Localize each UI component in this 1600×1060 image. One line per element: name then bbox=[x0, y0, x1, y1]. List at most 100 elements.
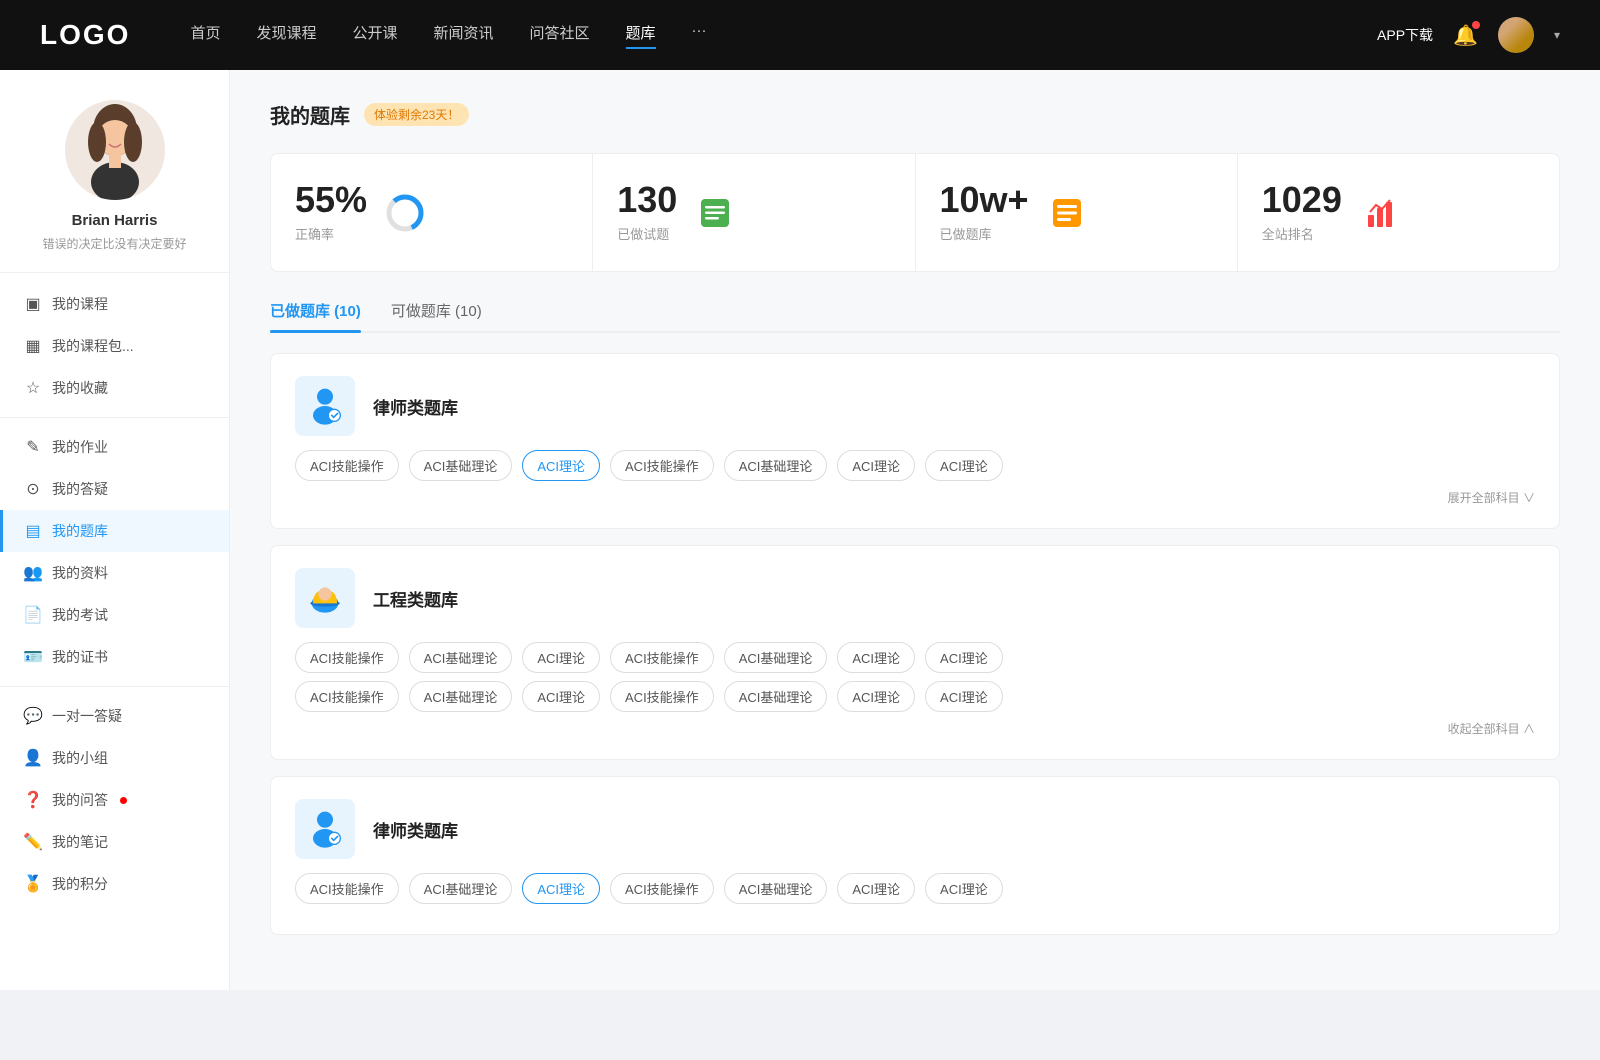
nav-item-qa[interactable]: 问答社区 bbox=[530, 22, 590, 49]
sidebar-item-points[interactable]: 🏅 我的积分 bbox=[0, 863, 229, 905]
collapse-link-2[interactable]: 收起全部科目 ∧ bbox=[295, 720, 1535, 737]
nav-item-qbank[interactable]: 题库 bbox=[626, 22, 656, 49]
profile-name: Brian Harris bbox=[72, 212, 158, 229]
sidebar-item-exam[interactable]: 📄 我的考试 bbox=[0, 594, 229, 636]
stat-done-banks-value: 10w+ bbox=[940, 182, 1029, 218]
group-icon: 👤 bbox=[24, 749, 42, 767]
sidebar-item-qa[interactable]: ⊙ 我的答疑 bbox=[0, 468, 229, 510]
bell-dot bbox=[1472, 21, 1480, 29]
stat-correct-rate-label: 正确率 bbox=[295, 224, 367, 243]
navbar-right: APP下载 🔔 ▾ bbox=[1377, 17, 1560, 53]
sidebar-item-certificate[interactable]: 🪪 我的证书 bbox=[0, 636, 229, 678]
nav-item-home[interactable]: 首页 bbox=[190, 22, 220, 49]
question-icon: ⊙ bbox=[24, 480, 42, 498]
tag-3-1[interactable]: ACI基础理论 bbox=[409, 873, 513, 904]
chat-icon: 💬 bbox=[24, 707, 42, 725]
grid-icon: ▤ bbox=[24, 522, 42, 540]
category-header-1: 律师类题库 bbox=[295, 376, 1535, 436]
tag-3-3[interactable]: ACI技能操作 bbox=[610, 873, 714, 904]
page-title: 我的题库 bbox=[270, 100, 350, 129]
tag-2-4[interactable]: ACI基础理论 bbox=[724, 642, 828, 673]
stat-done-questions-label: 已做试题 bbox=[617, 224, 677, 243]
category-card-lawyer-2: 律师类题库 ACI技能操作 ACI基础理论 ACI理论 ACI技能操作 ACI基… bbox=[270, 776, 1560, 935]
tab-done[interactable]: 已做题库 (10) bbox=[270, 300, 361, 331]
tab-todo[interactable]: 可做题库 (10) bbox=[391, 300, 482, 331]
logo[interactable]: LOGO bbox=[40, 19, 130, 51]
nav-item-more[interactable]: ··· bbox=[692, 22, 707, 49]
navbar: LOGO 首页 发现课程 公开课 新闻资讯 问答社区 题库 ··· APP下载 … bbox=[0, 0, 1600, 70]
tag-2-6[interactable]: ACI理论 bbox=[925, 642, 1003, 673]
category-icon-lawyer-1 bbox=[295, 376, 355, 436]
stat-done-questions-text: 130 已做试题 bbox=[617, 182, 677, 243]
sidebar-item-course[interactable]: ▣ 我的课程 bbox=[0, 283, 229, 325]
app-download-button[interactable]: APP下载 bbox=[1377, 25, 1433, 45]
tag-1-2[interactable]: ACI理论 bbox=[522, 450, 600, 481]
tag-1-5[interactable]: ACI理论 bbox=[837, 450, 915, 481]
stat-ranking-label: 全站排名 bbox=[1262, 224, 1342, 243]
tag-3-4[interactable]: ACI基础理论 bbox=[724, 873, 828, 904]
profile-bio: 错误的决定比没有决定要好 bbox=[42, 235, 186, 252]
tag-3-2[interactable]: ACI理论 bbox=[522, 873, 600, 904]
tag-2b-1[interactable]: ACI基础理论 bbox=[409, 681, 513, 712]
tag-2-5[interactable]: ACI理论 bbox=[837, 642, 915, 673]
tag-3-0[interactable]: ACI技能操作 bbox=[295, 873, 399, 904]
pencil-icon: ✏️ bbox=[24, 833, 42, 851]
sidebar-item-collection[interactable]: ☆ 我的收藏 bbox=[0, 367, 229, 409]
tag-2-2[interactable]: ACI理论 bbox=[522, 642, 600, 673]
main-content: 我的题库 体验剩余23天！ 55% 正确率 bbox=[230, 70, 1600, 990]
category-header-3: 律师类题库 bbox=[295, 799, 1535, 859]
nav-item-news[interactable]: 新闻资讯 bbox=[434, 22, 494, 49]
star-icon: ☆ bbox=[24, 379, 42, 397]
expand-link-1[interactable]: 展开全部科目 ∨ bbox=[295, 489, 1535, 506]
tags-row-2: ACI技能操作 ACI基础理论 ACI理论 ACI技能操作 ACI基础理论 AC… bbox=[295, 642, 1535, 673]
sidebar-item-one-on-one[interactable]: 💬 一对一答疑 bbox=[0, 695, 229, 737]
tag-2b-3[interactable]: ACI技能操作 bbox=[610, 681, 714, 712]
sidebar-item-qbank[interactable]: ▤ 我的题库 bbox=[0, 510, 229, 552]
category-card-engineer: 工程类题库 ACI技能操作 ACI基础理论 ACI理论 ACI技能操作 ACI基… bbox=[270, 545, 1560, 760]
nav-item-open[interactable]: 公开课 bbox=[352, 22, 397, 49]
tag-2b-6[interactable]: ACI理论 bbox=[925, 681, 1003, 712]
medal-icon: 🏅 bbox=[24, 875, 42, 893]
tag-2-1[interactable]: ACI基础理论 bbox=[409, 642, 513, 673]
trial-badge: 体验剩余23天！ bbox=[364, 103, 469, 126]
category-icon-engineer bbox=[295, 568, 355, 628]
tag-2b-4[interactable]: ACI基础理论 bbox=[724, 681, 828, 712]
stat-done-banks: 10w+ 已做题库 bbox=[916, 154, 1238, 271]
notification-bell[interactable]: 🔔 bbox=[1453, 23, 1478, 48]
tag-1-4[interactable]: ACI基础理论 bbox=[724, 450, 828, 481]
done-banks-icon bbox=[1045, 191, 1089, 235]
tags-row-1: ACI技能操作 ACI基础理论 ACI理论 ACI技能操作 ACI基础理论 AC… bbox=[295, 450, 1535, 481]
tag-1-6[interactable]: ACI理论 bbox=[925, 450, 1003, 481]
sidebar-item-profile-data-label: 我的资料 bbox=[52, 563, 108, 583]
sidebar-item-exam-label: 我的考试 bbox=[52, 605, 108, 625]
sidebar-item-group[interactable]: 👤 我的小组 bbox=[0, 737, 229, 779]
sidebar-item-course-pack[interactable]: ▦ 我的课程包... bbox=[0, 325, 229, 367]
tag-1-0[interactable]: ACI技能操作 bbox=[295, 450, 399, 481]
category-header-2: 工程类题库 bbox=[295, 568, 1535, 628]
tag-2b-5[interactable]: ACI理论 bbox=[837, 681, 915, 712]
tag-2-3[interactable]: ACI技能操作 bbox=[610, 642, 714, 673]
sidebar-item-notes[interactable]: ✏️ 我的笔记 bbox=[0, 821, 229, 863]
category-title-3: 律师类题库 bbox=[373, 817, 458, 842]
tag-1-3[interactable]: ACI技能操作 bbox=[610, 450, 714, 481]
tag-2-0[interactable]: ACI技能操作 bbox=[295, 642, 399, 673]
tag-3-6[interactable]: ACI理论 bbox=[925, 873, 1003, 904]
stat-done-banks-label: 已做题库 bbox=[940, 224, 1029, 243]
stat-correct-rate: 55% 正确率 bbox=[271, 154, 593, 271]
engineer-icon bbox=[305, 578, 345, 618]
sidebar-item-my-qa-label: 我的问答 bbox=[52, 790, 108, 810]
sidebar-item-profile-data[interactable]: 👥 我的资料 bbox=[0, 552, 229, 594]
sidebar-item-qbank-label: 我的题库 bbox=[52, 521, 108, 541]
sidebar-item-my-qa[interactable]: ❓ 我的问答 bbox=[0, 779, 229, 821]
tag-2b-0[interactable]: ACI技能操作 bbox=[295, 681, 399, 712]
tag-2b-2[interactable]: ACI理论 bbox=[522, 681, 600, 712]
nav-item-discover[interactable]: 发现课程 bbox=[256, 22, 316, 49]
category-title-2: 工程类题库 bbox=[373, 586, 458, 611]
tag-1-1[interactable]: ACI基础理论 bbox=[409, 450, 513, 481]
main-layout: Brian Harris 错误的决定比没有决定要好 ▣ 我的课程 ▦ 我的课程包… bbox=[0, 70, 1600, 990]
sidebar: Brian Harris 错误的决定比没有决定要好 ▣ 我的课程 ▦ 我的课程包… bbox=[0, 70, 230, 990]
sidebar-item-homework[interactable]: ✎ 我的作业 bbox=[0, 426, 229, 468]
tag-3-5[interactable]: ACI理论 bbox=[837, 873, 915, 904]
avatar[interactable] bbox=[1498, 17, 1534, 53]
avatar-chevron-icon[interactable]: ▾ bbox=[1554, 28, 1560, 42]
